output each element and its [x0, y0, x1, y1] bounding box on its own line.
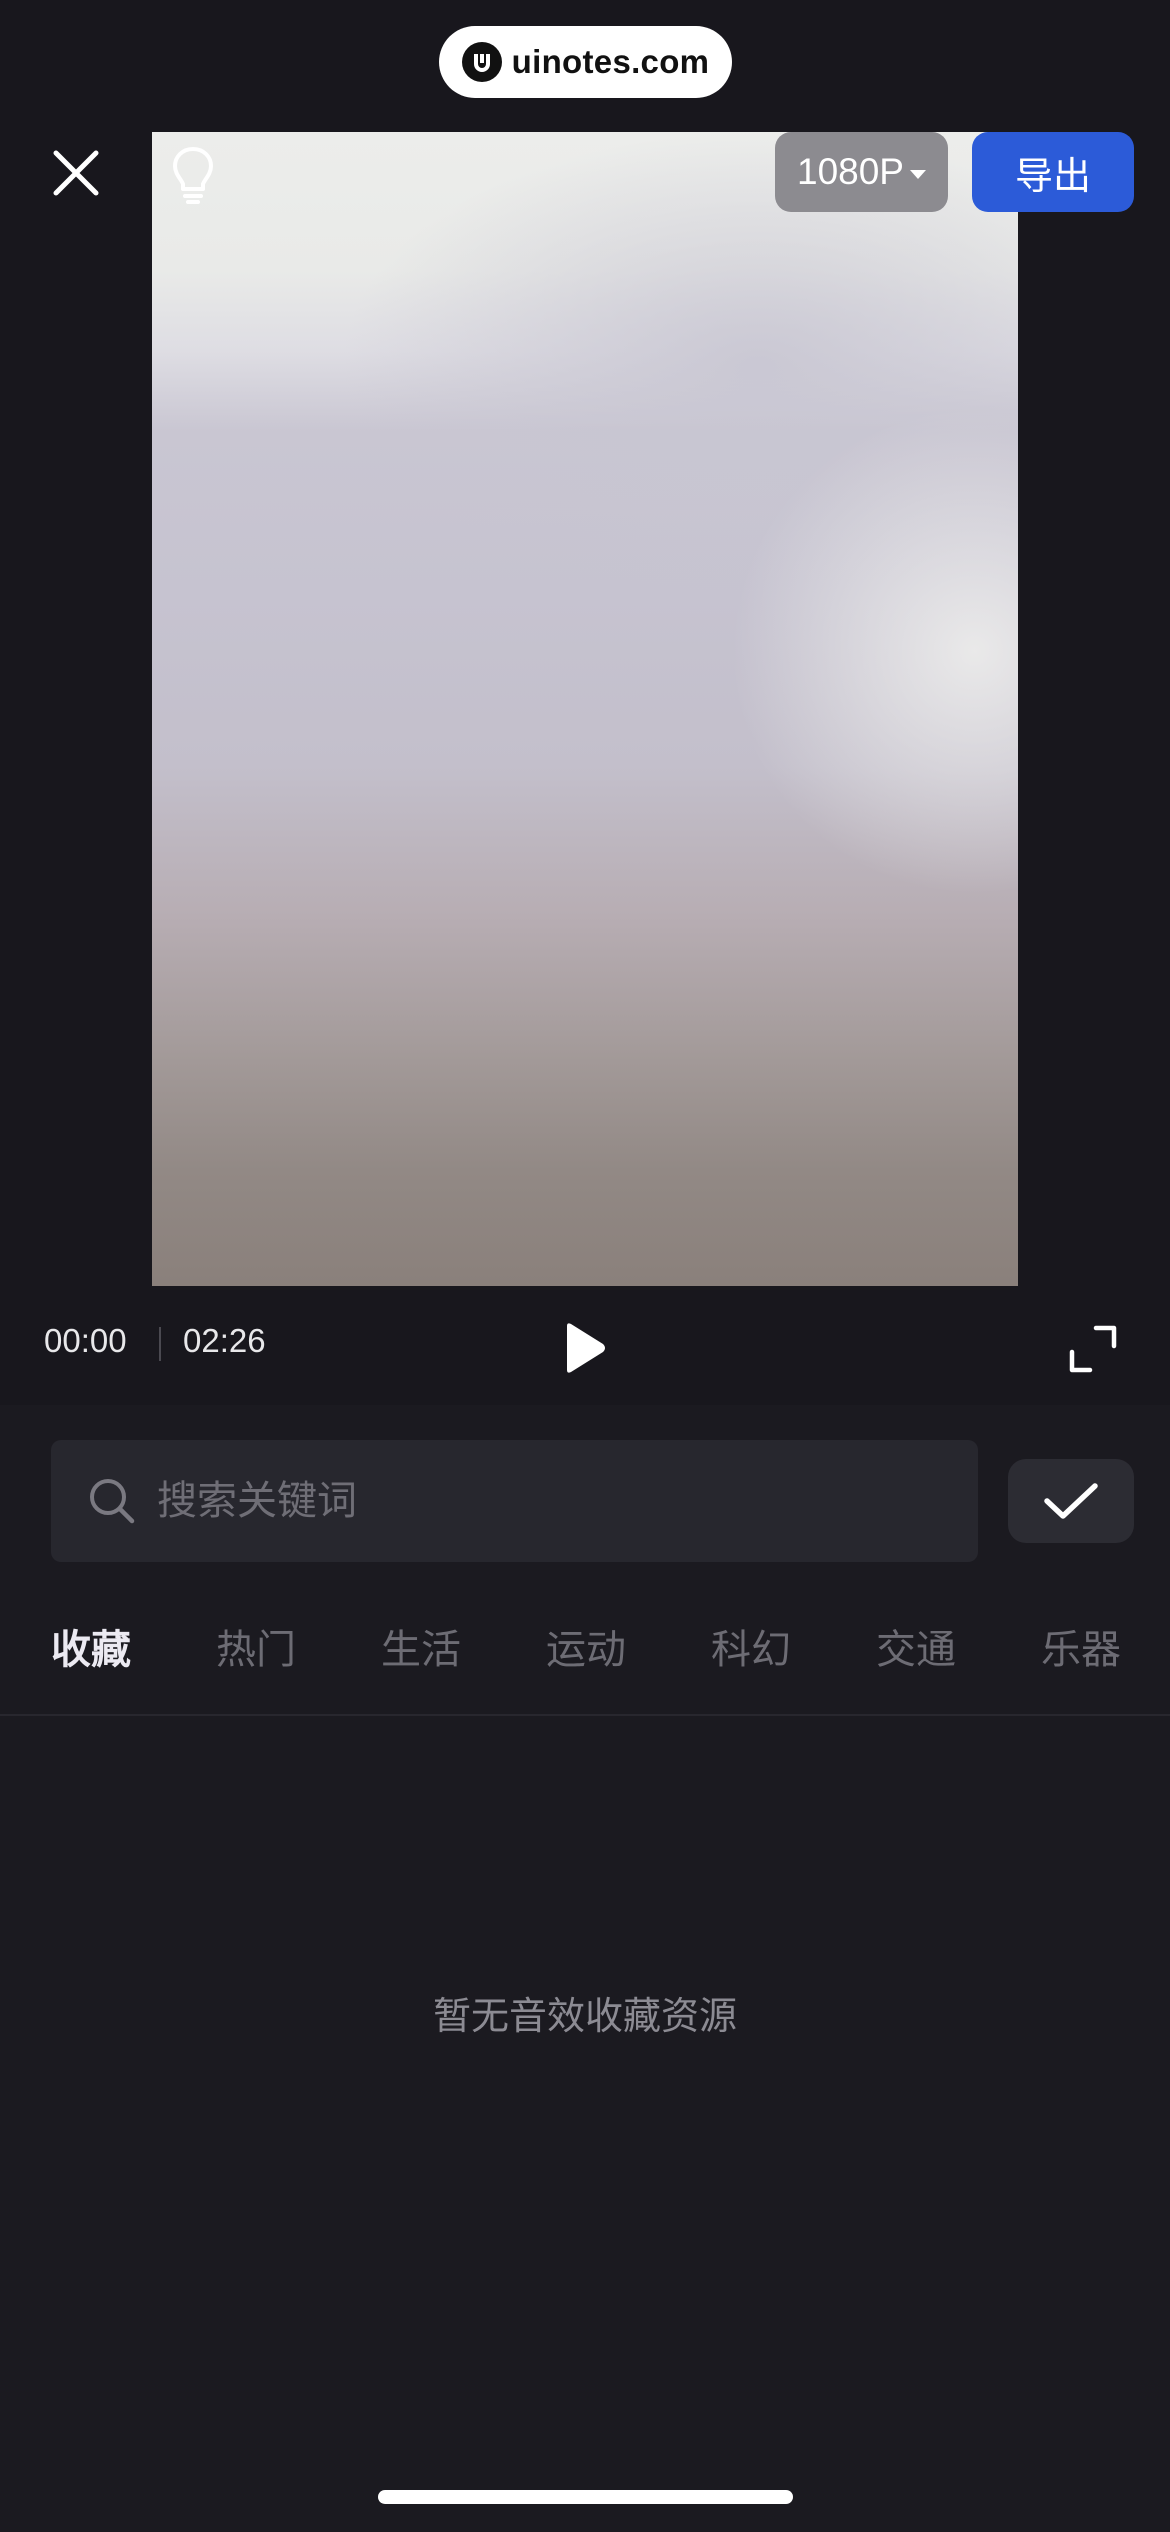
category-tabs: 收藏 热门 生活 运动 科幻 交通 乐器	[0, 1610, 1170, 1690]
checkmark-icon	[1044, 1483, 1098, 1519]
resolution-label: 1080P	[797, 151, 904, 192]
fullscreen-button[interactable]	[1066, 1322, 1120, 1376]
lightbulb-icon	[173, 147, 213, 204]
total-duration: 02:26	[183, 1322, 266, 1359]
tips-button[interactable]	[158, 135, 228, 215]
tab-popular[interactable]: 热门	[216, 1610, 296, 1690]
audio-effects-screen: uinotes.com 1080P 导出 00:00 02:26 搜索关键词 收…	[0, 0, 1170, 2532]
time-divider	[159, 1327, 161, 1361]
tab-instruments[interactable]: 乐器	[1041, 1610, 1121, 1690]
export-button[interactable]: 导出	[972, 132, 1134, 212]
watermark-badge: uinotes.com	[439, 26, 732, 98]
home-indicator[interactable]	[378, 2490, 793, 2504]
play-button[interactable]	[553, 1318, 613, 1378]
tab-life[interactable]: 生活	[381, 1610, 461, 1690]
search-bar[interactable]	[51, 1440, 978, 1562]
playback-bar: 00:00 02:26	[0, 1300, 1170, 1390]
tab-favorites[interactable]: 收藏	[51, 1610, 131, 1690]
video-preview[interactable]	[152, 132, 1018, 1286]
watermark-text: uinotes.com	[511, 43, 710, 80]
preview-area: uinotes.com 1080P 导出 00:00 02:26	[0, 0, 1170, 1405]
empty-state-message: 暂无音效收藏资源	[432, 1994, 737, 2038]
search-icon	[90, 1479, 135, 1524]
current-time: 00:00	[44, 1322, 127, 1359]
play-icon	[567, 1323, 605, 1373]
tabs-divider	[0, 1714, 1170, 1716]
close-icon	[53, 150, 99, 196]
search-input[interactable]	[157, 1478, 978, 1524]
tab-sports[interactable]: 运动	[546, 1610, 626, 1690]
tab-scifi[interactable]: 科幻	[711, 1610, 791, 1690]
u-logo-icon	[461, 42, 502, 82]
tab-transport[interactable]: 交通	[876, 1610, 956, 1690]
fullscreen-icon	[1069, 1325, 1117, 1373]
resolution-dropdown[interactable]: 1080P	[775, 132, 948, 212]
caret-down-icon	[910, 169, 926, 179]
close-button[interactable]	[38, 135, 114, 211]
confirm-button[interactable]	[1008, 1459, 1134, 1543]
